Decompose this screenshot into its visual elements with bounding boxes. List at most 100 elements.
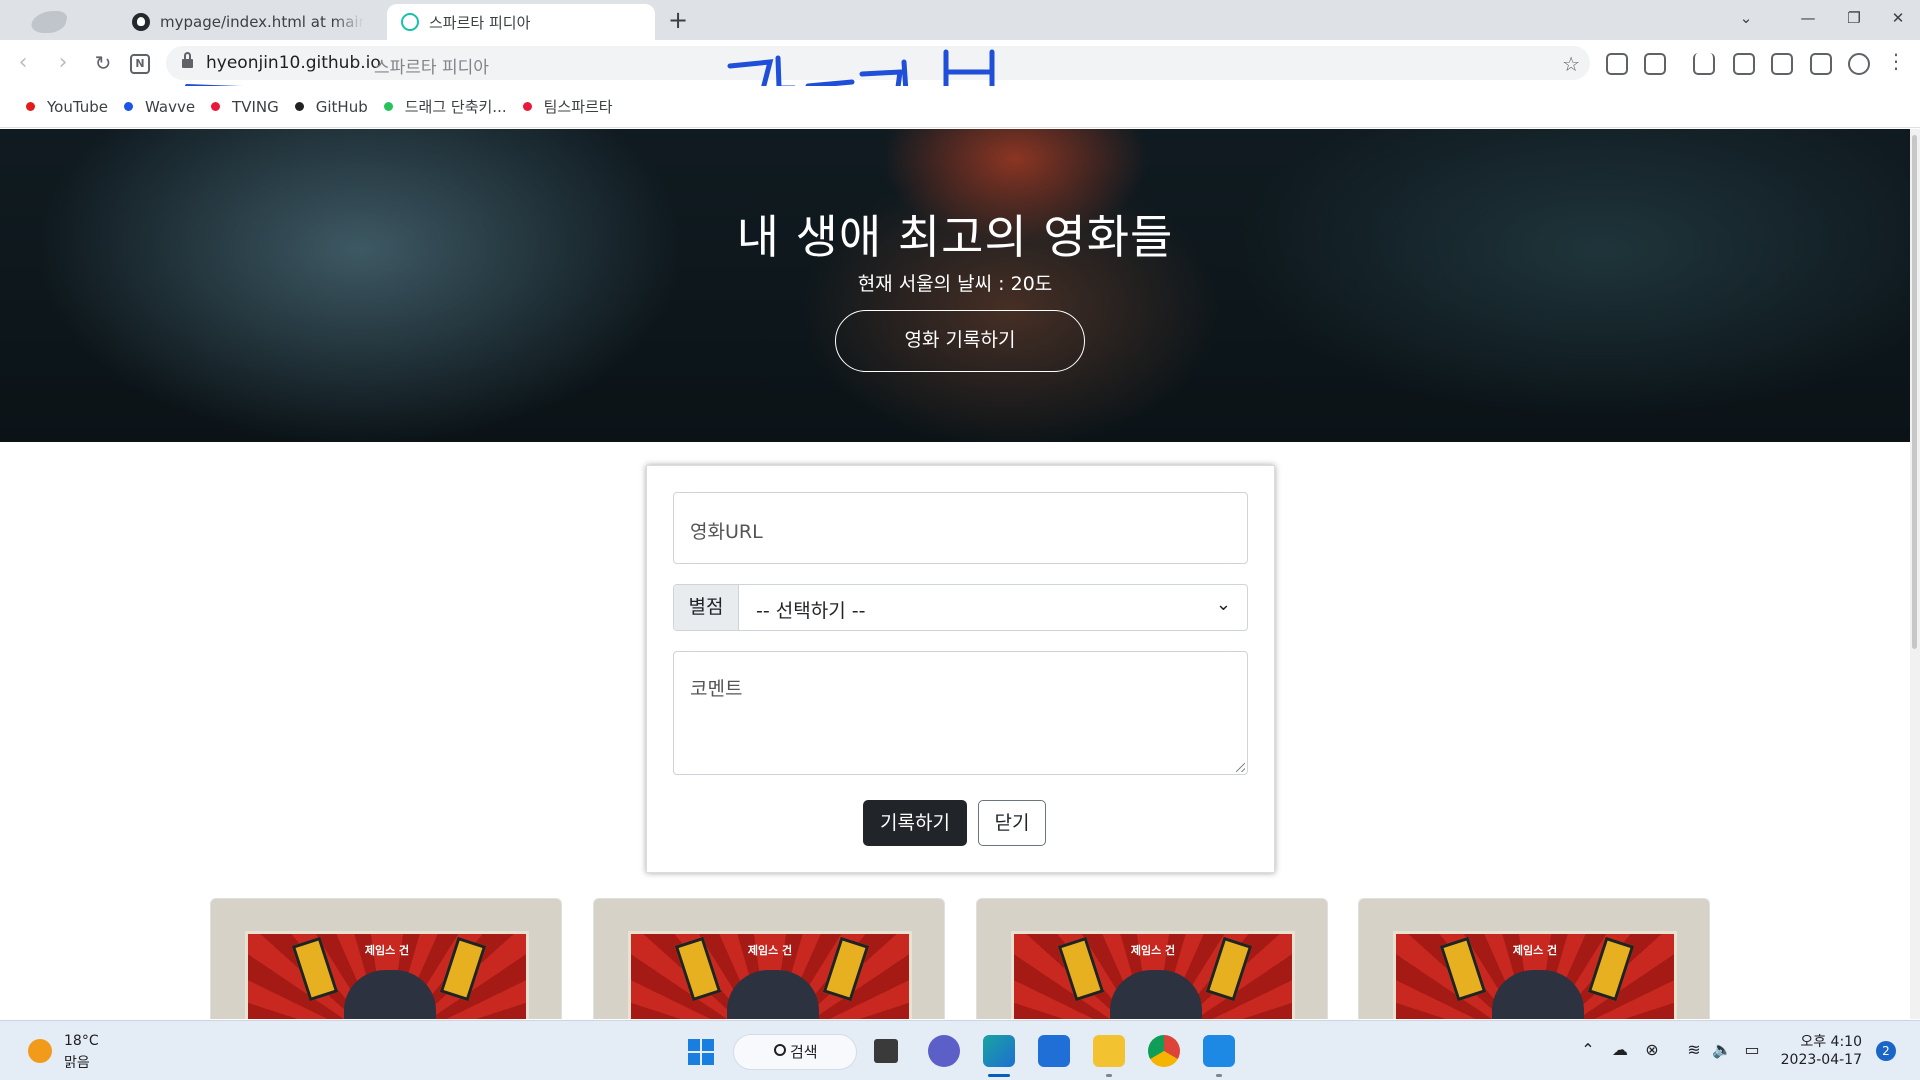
task-view-icon[interactable] — [874, 1039, 898, 1063]
wavve-icon — [124, 102, 133, 111]
microsoft-store-icon[interactable] — [1038, 1035, 1070, 1067]
bookmark-label: 드래그 단축키... — [404, 98, 507, 116]
poster-title: 제임스 건 — [364, 944, 410, 957]
taskbar-search[interactable]: 검색 — [733, 1034, 857, 1070]
tab-github[interactable]: mypage/index.html at main · hy — [118, 4, 378, 40]
comment-textarea[interactable]: 코멘트 — [673, 651, 1248, 775]
bookmark-youtube[interactable]: YouTube — [26, 98, 108, 116]
screenshot-icon[interactable] — [1771, 53, 1793, 75]
weather-temperature[interactable]: 18°C — [64, 1033, 99, 1049]
bookmark-teamsparta[interactable]: 팀스파르타 — [522, 96, 613, 117]
onedrive-icon[interactable]: ☁ — [1610, 1041, 1630, 1059]
bookmark-label: 팀스파르타 — [543, 98, 613, 116]
scrollbar-thumb[interactable] — [1912, 135, 1917, 649]
vscode-icon[interactable] — [1203, 1035, 1235, 1067]
close-window-button[interactable]: ✕ — [1878, 2, 1918, 34]
video-icon[interactable] — [1733, 53, 1755, 75]
search-label: 검색 — [790, 1043, 818, 1061]
movie-poster: 제임스 건 — [628, 931, 912, 1019]
poster-title: 제임스 건 — [1130, 944, 1176, 957]
page-scrollbar[interactable] — [1910, 129, 1920, 1019]
close-circle-icon[interactable]: ⊗ — [1642, 1041, 1662, 1059]
tab-title: 스파르타 피디아 — [429, 13, 531, 32]
running-indicator — [1106, 1074, 1112, 1077]
github-icon — [132, 13, 150, 31]
movie-card[interactable]: 제임스 건 — [593, 898, 945, 1019]
new-tab-button[interactable]: + — [664, 6, 692, 34]
wifi-icon[interactable]: ≋ — [1684, 1041, 1704, 1059]
file-explorer-icon[interactable] — [1093, 1035, 1125, 1067]
movie-url-input[interactable]: 영화URL — [673, 492, 1248, 564]
windows-start-icon[interactable] — [688, 1039, 714, 1065]
close-button[interactable]: 닫기 — [978, 800, 1046, 846]
page-content: 내 생애 최고의 영화들 현재 서울의 날씨 : 20도 영화 기록하기 영화U… — [0, 129, 1920, 1019]
chevron-up-icon[interactable]: ⌃ — [1578, 1041, 1598, 1059]
bookmark-label: TVING — [232, 97, 279, 116]
menu-icon[interactable]: ⋮ — [1886, 50, 1906, 72]
star-label: 별점 — [674, 585, 739, 630]
loading-ring-icon — [401, 13, 419, 31]
tving-icon — [211, 102, 221, 111]
poster-title: 제임스 건 — [747, 944, 793, 957]
tab-title: mypage/index.html at main · hy — [160, 13, 364, 31]
bird-icon — [29, 11, 69, 33]
minimize-button[interactable]: — — [1788, 2, 1828, 34]
windows-taskbar: 18°C 맑음 검색 ⌃ ☁ ⊗ ≋ 🔈 ▭ 오후 4:10 2023-04-1… — [0, 1020, 1920, 1080]
bookmarks-bar: YouTube Wavve TVING GitHub 드래그 단축키... 팀스… — [0, 86, 1920, 128]
bookmark-wavve[interactable]: Wavve — [124, 98, 195, 116]
back-button[interactable]: ‹ — [8, 48, 38, 78]
page-title: 내 생애 최고의 영화들 — [736, 210, 1174, 264]
submit-button[interactable]: 기록하기 — [863, 800, 967, 846]
url-host: hyeonjin10.github.io — [206, 53, 381, 73]
bookmark-github[interactable]: GitHub — [294, 97, 368, 116]
movie-card[interactable]: 제임스 건 — [210, 898, 562, 1019]
movie-card[interactable]: 제임스 건 — [1358, 898, 1710, 1019]
sparta-icon — [522, 102, 532, 111]
star-select[interactable]: 별점 -- 선택하기 -- ⌄ — [673, 584, 1248, 631]
movie-poster: 제임스 건 — [245, 931, 529, 1019]
bookmark-label: GitHub — [315, 97, 368, 116]
volume-icon[interactable]: 🔈 — [1712, 1041, 1732, 1059]
forward-button[interactable]: › — [48, 48, 78, 78]
twitter-tab-remnant — [20, 4, 110, 38]
download-icon[interactable] — [1693, 53, 1715, 75]
address-bar[interactable]: hyeonjin10.github.io 스파르타 피디아 ☆ — [166, 46, 1590, 80]
post-form: 영화URL 별점 -- 선택하기 -- ⌄ 코멘트 기록하기 닫기 — [646, 465, 1275, 873]
clock-date[interactable]: 2023-04-17 — [1778, 1052, 1862, 1068]
extensions-icon[interactable] — [1644, 53, 1666, 75]
comment-placeholder: 코멘트 — [690, 678, 743, 700]
cast-icon[interactable] — [1606, 53, 1628, 75]
browser-toolbar: ‹ › ↻ N hyeonjin10.github.io 스파르타 피디아 ☆ … — [0, 40, 1920, 86]
chrome-icon[interactable] — [1148, 1035, 1180, 1067]
teams-chat-icon[interactable] — [928, 1035, 960, 1067]
extension-icon — [383, 102, 393, 111]
battery-icon[interactable]: ▭ — [1742, 1041, 1762, 1059]
bookmark-label: Wavve — [145, 97, 196, 116]
bookmark-drag-shortcuts[interactable]: 드래그 단축키... — [383, 96, 507, 117]
search-icon — [774, 1044, 786, 1056]
clock-time[interactable]: 오후 4:10 — [1790, 1031, 1862, 1051]
side-panel-icon[interactable] — [1810, 53, 1832, 75]
sun-icon[interactable] — [28, 1039, 52, 1063]
url-placeholder: 영화URL — [690, 521, 763, 543]
notification-badge[interactable]: 2 — [1876, 1041, 1896, 1061]
bookmark-tving[interactable]: TVING — [211, 98, 279, 116]
resize-handle-icon[interactable] — [1236, 763, 1245, 772]
record-movie-button[interactable]: 영화 기록하기 — [835, 310, 1085, 372]
tab-search-icon[interactable]: ⌄ — [1726, 2, 1766, 34]
movie-poster: 제임스 건 — [1011, 931, 1295, 1019]
lock-icon[interactable] — [182, 52, 193, 68]
url-page-title: 스파르타 피디아 — [374, 58, 489, 78]
movie-card[interactable]: 제임스 건 — [976, 898, 1328, 1019]
whale-browser-icon[interactable] — [983, 1035, 1015, 1067]
chevron-down-icon: ⌄ — [1215, 594, 1231, 615]
restore-button[interactable]: ❐ — [1834, 2, 1874, 34]
weather-description[interactable]: 맑음 — [64, 1052, 90, 1072]
notion-extension-icon[interactable]: N — [130, 54, 150, 74]
bookmark-star-icon[interactable]: ☆ — [1562, 52, 1580, 76]
tab-sparta-pedia[interactable]: 스파르타 피디아 — [387, 4, 655, 40]
reload-button[interactable]: ↻ — [88, 48, 118, 78]
weather-text: 현재 서울의 날씨 : 20도 — [857, 273, 1053, 295]
profile-icon[interactable] — [1848, 53, 1870, 75]
star-selected-value: -- 선택하기 -- — [756, 600, 866, 622]
